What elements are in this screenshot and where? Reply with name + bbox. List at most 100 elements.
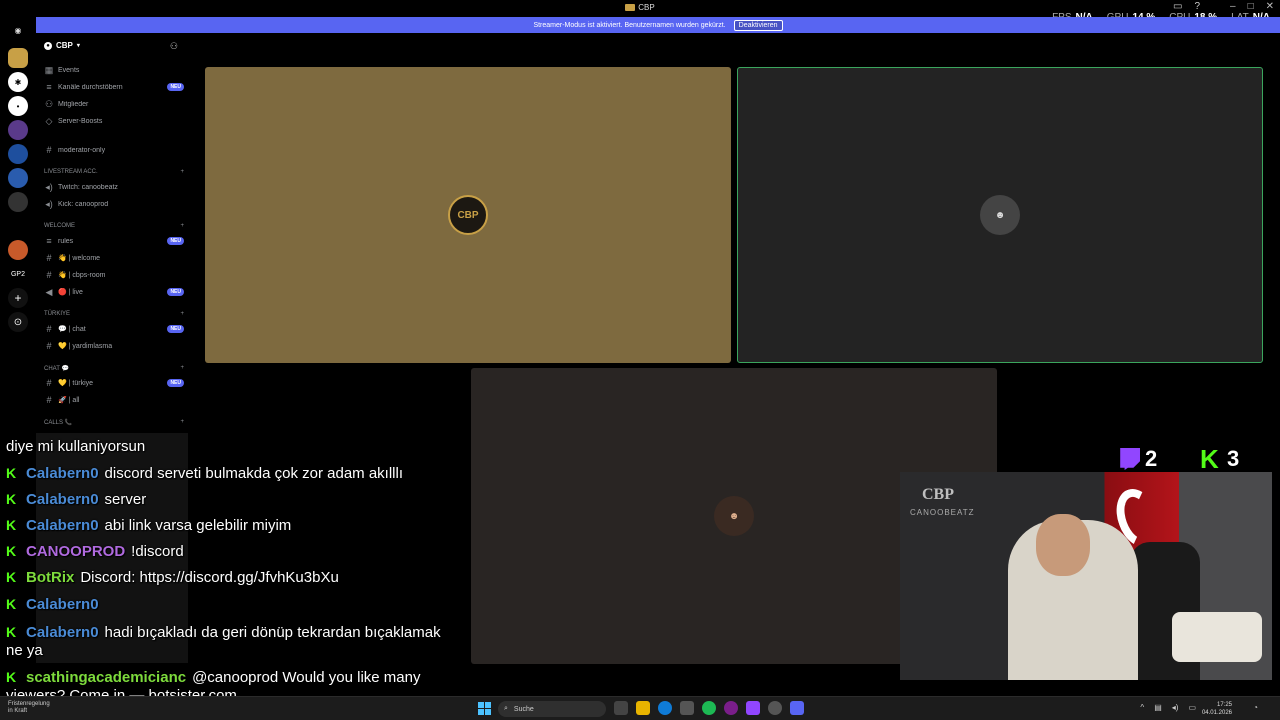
chevron-down-icon: ▾ (76, 43, 80, 49)
channel-sidebar: ● CBP ▾ ⚇ ▦ Events ≡ Kanäle durchstöbern NE… (36, 33, 188, 433)
battery-icon[interactable]: ▭ (1188, 703, 1196, 712)
hash-icon: # (46, 324, 52, 334)
wall-sign-sub: CANOOBEATZ (910, 508, 975, 517)
hash-icon: # (46, 145, 52, 155)
edge-icon[interactable] (658, 701, 672, 715)
spotify-icon[interactable] (702, 701, 716, 715)
chrome-icon[interactable] (768, 701, 782, 715)
notification-icon[interactable]: ◔ (1253, 703, 1258, 712)
channel-chat[interactable]: # 💬 | chat NEU (44, 322, 184, 336)
app-icon[interactable] (724, 701, 738, 715)
sidebar-item-boosts[interactable]: ◇ Server-Boosts (44, 114, 184, 128)
participant-avatar: CBP (448, 195, 488, 235)
chevron-up-icon[interactable]: ^ (1140, 703, 1144, 712)
new-badge: NEU (167, 379, 184, 387)
add-channel-icon[interactable]: + (180, 169, 184, 175)
kick-icon: K (6, 543, 17, 559)
guild-icon: ● (44, 41, 52, 50)
titlebar-tools: ▭ ? (1173, 1, 1200, 12)
category-welcome[interactable]: WELCOME + (44, 223, 184, 229)
twitch-viewer-count: 2 (1118, 446, 1157, 472)
guild-header[interactable]: ● CBP ▾ (44, 41, 80, 50)
chat-message: K Calabern0 discord serveti bulmakda çok z… (6, 460, 403, 487)
channel-yardimlasma[interactable]: # 💛 | yardimlasma (44, 339, 184, 353)
inbox-icon[interactable]: ▭ (1173, 1, 1182, 12)
speaker-icon: ◂) (45, 198, 53, 209)
kick-icon: K (6, 491, 17, 507)
channel-kick[interactable]: ◂) Kick: canooprod (44, 197, 184, 211)
deactivate-button[interactable]: Deaktivieren (733, 19, 783, 31)
add-channel-icon[interactable]: + (180, 223, 184, 229)
add-channel-icon[interactable]: + (180, 311, 184, 317)
channel-welcome[interactable]: # 👋 | welcome (44, 251, 184, 265)
invite-icon[interactable]: ⚇ (170, 41, 178, 52)
video-tile-2-speaking[interactable]: ☻ (737, 67, 1263, 363)
windows-taskbar: Fristenregelung in Kraft ⌕ Suche ^ ▤ ◂) ▭ … (0, 696, 1280, 720)
server-icon[interactable] (8, 144, 28, 164)
discord-home-icon[interactable]: ◉ (8, 20, 28, 40)
add-server-icon[interactable]: + (8, 288, 28, 308)
server-icon[interactable] (8, 192, 28, 212)
task-view-icon[interactable] (614, 701, 628, 715)
server-icon[interactable] (8, 168, 28, 188)
participant-avatar: ☻ (980, 195, 1020, 235)
channel-rules[interactable]: ≡ rules NEU (44, 234, 184, 248)
chat-message: K Calabern0 (6, 591, 105, 618)
hash-icon: # (46, 395, 52, 405)
category-livestream[interactable]: LIVESTREAM ACC. + (44, 169, 184, 175)
add-channel-icon[interactable]: + (180, 419, 184, 426)
category-chat[interactable]: CHAT 💬 + (44, 365, 184, 372)
maximize-button[interactable]: □ (1248, 1, 1254, 12)
sidebar-item-events[interactable]: ▦ Events (44, 63, 184, 77)
taskbar-widget[interactable]: Fristenregelung in Kraft (8, 701, 50, 715)
new-badge: NEU (167, 288, 184, 296)
category-calls[interactable]: CALLS 📞 + (44, 419, 184, 426)
new-badge: NEU (167, 325, 184, 333)
chat-message: K BotRix Discord: https://discord.gg/JfvhK… (6, 564, 339, 591)
twitch-icon (1120, 448, 1140, 470)
start-button[interactable] (478, 702, 491, 715)
channel-cbps-room[interactable]: # 👋 | cbps-room (44, 268, 184, 282)
channel-turkiye[interactable]: # 💛 | türkiye NEU (44, 376, 184, 390)
channel-twitch[interactable]: ◂) Twitch: canoobeatz (44, 180, 184, 194)
taskbar-clock[interactable]: 17:25 04.01.2026 (1202, 701, 1232, 717)
app-icon[interactable] (746, 701, 760, 715)
server-icon[interactable]: ✱ (8, 72, 28, 92)
kick-icon: K (6, 569, 17, 585)
announcement-icon: ◀ (45, 286, 53, 297)
kick-icon: K (1200, 444, 1219, 474)
channel-all[interactable]: # 🚀 | all (44, 393, 184, 407)
explore-icon[interactable]: ⊙ (8, 312, 28, 332)
help-icon[interactable]: ? (1194, 1, 1200, 12)
sidebar-item-members[interactable]: ⚇ Mitglieder (44, 97, 184, 111)
app-logo-icon (625, 4, 636, 11)
server-icon[interactable] (8, 240, 28, 260)
network-icon[interactable]: ▤ (1154, 703, 1162, 712)
explorer-icon[interactable] (636, 701, 650, 715)
store-icon[interactable] (680, 701, 694, 715)
new-badge: NEU (167, 83, 184, 91)
new-badge: NEU (167, 237, 184, 245)
chat-message: diye mi kullaniyorsun (6, 438, 146, 455)
server-icon-cbp[interactable] (8, 48, 28, 68)
sidebar-item-browse[interactable]: ≡ Kanäle durchstöbern NEU (44, 80, 184, 94)
kick-icon: K (6, 596, 17, 612)
kick-icon: K (6, 517, 17, 533)
minimize-button[interactable]: – (1230, 1, 1236, 12)
server-label-gp2[interactable]: GP2 (8, 264, 28, 284)
video-tile-1[interactable]: CBP (205, 67, 731, 363)
volume-icon[interactable]: ◂) (1172, 703, 1179, 712)
close-button[interactable]: ✕ (1266, 1, 1274, 12)
taskbar-search[interactable]: ⌕ Suche (498, 701, 606, 717)
chat-message: K Calabern0 server (6, 486, 146, 513)
kick-icon: K (6, 465, 17, 481)
channel-live[interactable]: ◀ 🔴 | live NEU (44, 285, 184, 299)
discord-taskbar-icon[interactable] (790, 701, 804, 715)
participant-avatar: ☻ (714, 496, 754, 536)
window-title: CBP (0, 3, 1280, 12)
category-turkiye[interactable]: TÜRKIYE + (44, 311, 184, 317)
add-channel-icon[interactable]: + (180, 365, 184, 372)
channel-moderator-only[interactable]: # moderator-only (44, 143, 184, 157)
server-icon[interactable] (8, 120, 28, 140)
server-icon[interactable]: • (8, 96, 28, 116)
